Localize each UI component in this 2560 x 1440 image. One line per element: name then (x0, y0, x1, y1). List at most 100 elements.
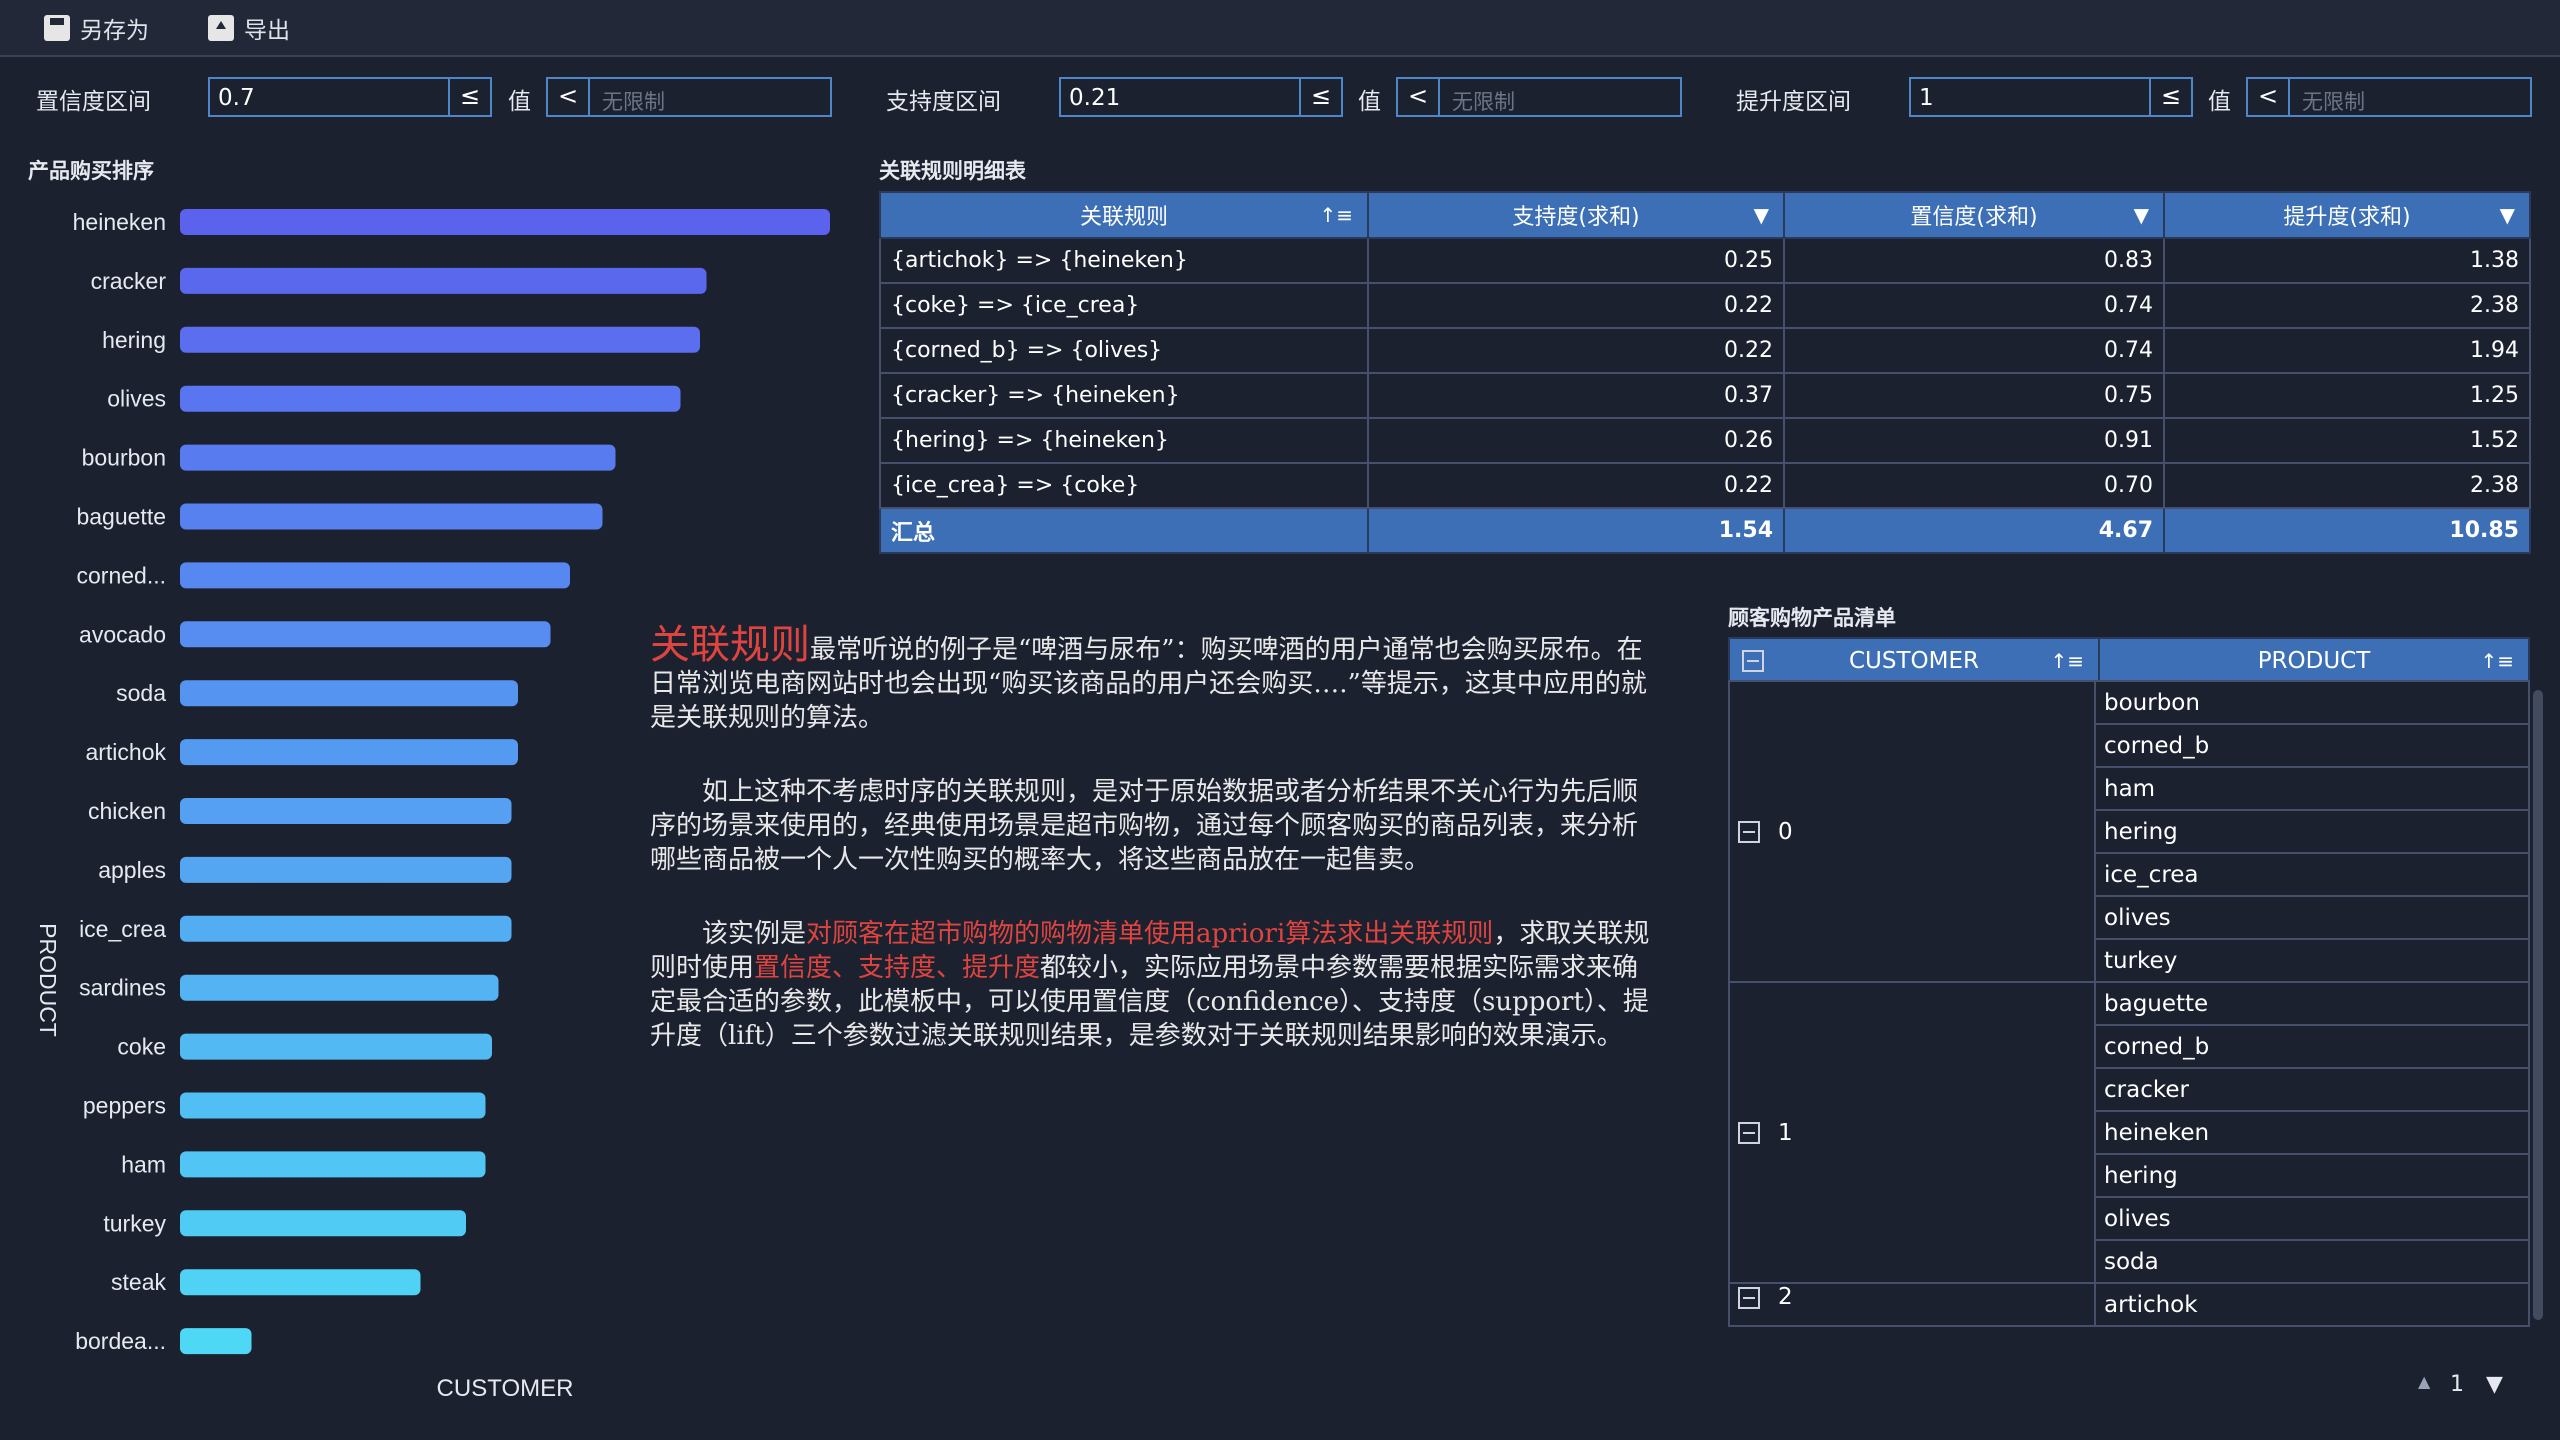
bar[interactable] (180, 1328, 252, 1355)
rule-cell: {artichok} => {heineken} (879, 237, 1369, 284)
product-cell: olives (2094, 1196, 2530, 1241)
bar[interactable] (180, 856, 512, 883)
ranking-title: 产品购买排序 (28, 159, 154, 183)
customer-cell[interactable]: 2 (1728, 1282, 2096, 1327)
rules-header-lift[interactable]: 提升度(求和) ▼ (2163, 191, 2531, 239)
category-label: avocado (79, 621, 166, 647)
category-label: ham (121, 1151, 166, 1177)
sort-icon[interactable]: ↑≡ (1319, 203, 1353, 227)
customer-cell[interactable]: 0 (1728, 680, 2096, 983)
rules-table-row[interactable]: {coke} => {ice_crea} 0.22 0.74 2.38 (879, 282, 2531, 329)
confidence-value-label: 值 (508, 89, 531, 115)
collapse-icon[interactable] (1738, 1286, 1760, 1309)
customer-row[interactable]: 2 artichok (1728, 1282, 2530, 1327)
support-label: 支持度区间 (886, 89, 1001, 115)
support-operator-dropdown[interactable]: ≤ (1299, 79, 1341, 115)
rules-table-row[interactable]: {hering} => {heineken} 0.26 0.91 1.52 (879, 417, 2531, 464)
bar[interactable] (180, 1210, 466, 1237)
value-cell: 1.52 (2163, 417, 2531, 464)
description-paragraph-2: 如上这种不考虑时序的关联规则，是对于原始数据或者分析结果不关心行为先后顺序的场景… (650, 777, 1639, 875)
value-cell: 0.83 (1783, 237, 2165, 284)
y-axis-label: PRODUCT (35, 923, 61, 1037)
collapse-all-icon[interactable] (1742, 650, 1764, 672)
sort-icon[interactable]: ↑≡ (2050, 649, 2084, 673)
export-button[interactable]: 导出 (208, 10, 290, 46)
value-cell: 0.22 (1367, 282, 1785, 329)
bar[interactable] (180, 444, 616, 471)
lift-upper-input[interactable]: < 无限制 (2246, 77, 2532, 117)
collapse-icon[interactable] (1738, 1122, 1760, 1144)
confidence-upper-input[interactable]: < 无限制 (546, 77, 832, 117)
bar[interactable] (180, 1092, 486, 1119)
rules-header-rule[interactable]: 关联规则 ↑≡ (879, 191, 1369, 239)
bar[interactable] (180, 739, 518, 766)
filter-dropdown-icon[interactable]: ▼ (1754, 203, 1769, 227)
bar[interactable] (180, 503, 603, 530)
bar[interactable] (180, 974, 499, 1001)
rules-table-row[interactable]: {artichok} => {heineken} 0.25 0.83 1.38 (879, 237, 2531, 284)
lift-upper-operator[interactable]: < (2248, 79, 2290, 115)
bar[interactable] (180, 798, 512, 824)
toolbar: 另存为 导出 (0, 0, 2560, 57)
bar[interactable] (180, 209, 830, 235)
bar[interactable] (180, 680, 518, 707)
value-cell: 0.75 (1783, 372, 2165, 419)
customer-row[interactable]: 1 baguette (1728, 981, 2530, 1284)
bar[interactable] (180, 326, 700, 353)
bar[interactable] (180, 915, 512, 942)
rules-table-title: 关联规则明细表 (879, 159, 1026, 183)
product-cell: turkey (2094, 938, 2530, 983)
bar[interactable] (180, 385, 681, 412)
confidence-value: 0.7 (218, 85, 255, 111)
filter-dropdown-icon[interactable]: ▼ (2134, 203, 2149, 227)
rules-table-row[interactable]: {cracker} => {heineken} 0.37 0.75 1.25 (879, 372, 2531, 419)
category-label: turkey (103, 1210, 166, 1236)
vertical-scrollbar[interactable] (2533, 690, 2543, 1320)
description: 关联规则最常听说的例子是“啤酒与尿布”：购买啤酒的用户通常也会购买尿布。在日常浏… (650, 625, 1650, 1093)
lift-operator-dropdown[interactable]: ≤ (2149, 79, 2191, 115)
value-cell: 1.94 (2163, 327, 2531, 374)
customer-cell[interactable]: 1 (1728, 981, 2096, 1284)
description-p3-highlight-1: 对顾客在超市购物的购物清单使用apriori算法求出关联规则 (806, 919, 1494, 949)
page-down-icon[interactable]: ▼ (2486, 1372, 2503, 1397)
collapse-icon[interactable] (1738, 821, 1760, 843)
rules-table-row[interactable]: {corned_b} => {olives} 0.22 0.74 1.94 (879, 327, 2531, 374)
bar[interactable] (180, 1033, 492, 1060)
bar[interactable] (180, 1151, 486, 1178)
customer-table-body[interactable]: 0 bourbon corned_b ham hering ice_crea olives t… (1726, 680, 2546, 1344)
rules-header-support[interactable]: 支持度(求和) ▼ (1367, 191, 1785, 239)
description-p3-highlight-2: 置信度、支持度、提升度 (754, 953, 1041, 983)
support-upper-input[interactable]: < 无限制 (1396, 77, 1682, 117)
category-label: steak (111, 1269, 166, 1295)
description-keyword: 关联规则 (650, 622, 810, 668)
export-label: 导出 (244, 18, 290, 44)
value-cell: 1.25 (2163, 372, 2531, 419)
value-cell: 1.38 (2163, 237, 2531, 284)
confidence-input[interactable]: 0.7 ≤ (208, 77, 492, 117)
page-up-icon[interactable]: ▲ (2418, 1372, 2430, 1391)
confidence-upper-operator[interactable]: < (548, 79, 590, 115)
customer-header[interactable]: CUSTOMER ↑≡ (1728, 637, 2100, 685)
bar[interactable] (180, 1269, 421, 1296)
rules-header-confidence[interactable]: 置信度(求和) ▼ (1783, 191, 2165, 239)
product-cell: cracker (2094, 1067, 2530, 1112)
support-input[interactable]: 0.21 ≤ (1059, 77, 1343, 117)
bar[interactable] (180, 621, 551, 648)
bar[interactable] (180, 562, 570, 589)
confidence-operator-dropdown[interactable]: ≤ (448, 79, 490, 115)
category-label: baguette (76, 504, 166, 530)
support-upper-operator[interactable]: < (1398, 79, 1440, 115)
value-cell: 0.70 (1783, 462, 2165, 509)
rules-table-row[interactable]: {ice_crea} => {coke} 0.22 0.70 2.38 (879, 462, 2531, 509)
description-p3-a: 该实例是 (702, 919, 807, 949)
category-label: bourbon (82, 445, 166, 471)
save-as-button[interactable]: 另存为 (44, 10, 149, 46)
bar[interactable] (180, 267, 707, 294)
product-cell: soda (2094, 1239, 2530, 1284)
lift-value-label: 值 (2208, 89, 2231, 115)
sort-icon[interactable]: ↑≡ (2480, 649, 2514, 673)
product-header[interactable]: PRODUCT ↑≡ (2098, 637, 2530, 685)
lift-input[interactable]: 1 ≤ (1909, 77, 2193, 117)
filter-dropdown-icon[interactable]: ▼ (2500, 203, 2515, 227)
customer-row[interactable]: 0 bourbon (1728, 680, 2530, 983)
